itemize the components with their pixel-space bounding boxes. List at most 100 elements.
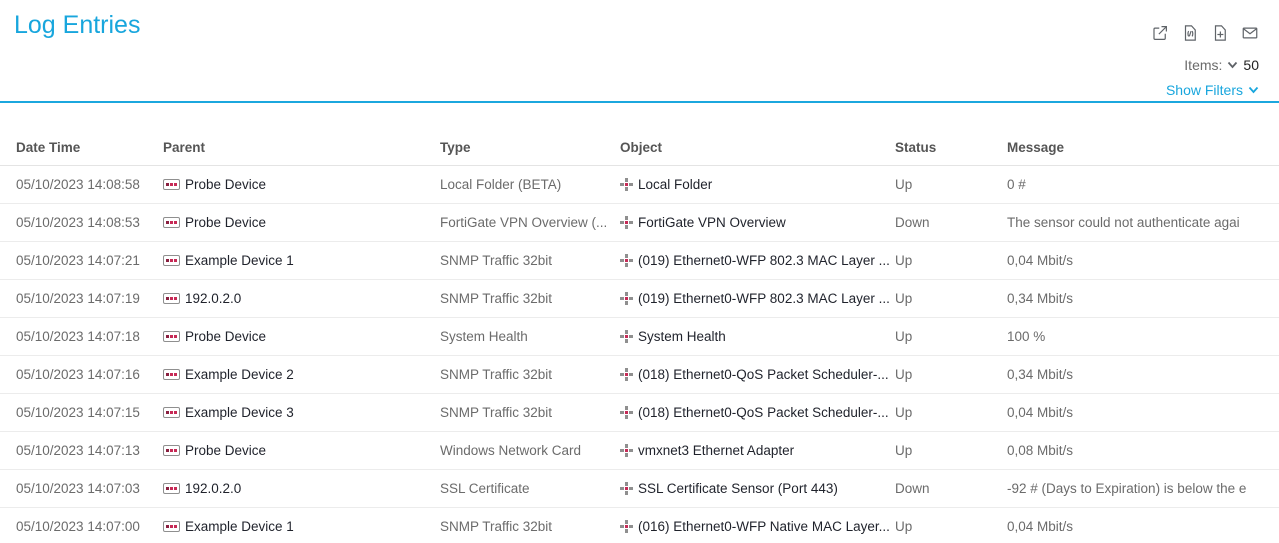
- table-row: 05/10/2023 14:08:58 Probe Device Local F…: [0, 166, 1279, 204]
- table-row: 05/10/2023 14:07:16 Example Device 2 SNM…: [0, 356, 1279, 394]
- table-row: 05/10/2023 14:07:03 192.0.2.0 SSL Certif…: [0, 470, 1279, 508]
- sensor-type: SNMP Traffic 32bit: [440, 519, 620, 534]
- log-message: 0 #: [1007, 177, 1279, 192]
- parent-device-link[interactable]: Example Device 2: [163, 367, 440, 382]
- column-header-status[interactable]: Status: [895, 140, 1007, 155]
- parent-device-link[interactable]: Probe Device: [163, 215, 440, 230]
- show-filters-toggle[interactable]: Show Filters: [1166, 82, 1259, 98]
- parent-device-link[interactable]: Example Device 1: [163, 519, 440, 534]
- sensor-type: SNMP Traffic 32bit: [440, 367, 620, 382]
- parent-device-link[interactable]: Example Device 1: [163, 253, 440, 268]
- column-header-message[interactable]: Message: [1007, 140, 1279, 155]
- parent-device-link[interactable]: Probe Device: [163, 329, 440, 344]
- sensor-type: FortiGate VPN Overview (...: [440, 215, 620, 230]
- device-icon: [163, 483, 180, 494]
- sensor-icon: [620, 178, 633, 191]
- log-message: The sensor could not authenticate agai: [1007, 215, 1279, 230]
- parent-device-link[interactable]: Example Device 3: [163, 405, 440, 420]
- status-text: Up: [895, 443, 1007, 458]
- email-icon[interactable]: [1240, 23, 1259, 42]
- page-title: Log Entries: [14, 11, 140, 40]
- log-entries-table: 05/10/2023 14:08:58 Probe Device Local F…: [0, 166, 1279, 543]
- parent-device-link[interactable]: Probe Device: [163, 443, 440, 458]
- log-datetime: 05/10/2023 14:07:18: [16, 329, 163, 344]
- parent-device-name[interactable]: Probe Device: [185, 215, 266, 230]
- object-sensor-name[interactable]: (018) Ethernet0-QoS Packet Scheduler-...: [638, 405, 889, 420]
- log-datetime: 05/10/2023 14:07:03: [16, 481, 163, 496]
- parent-device-name[interactable]: Example Device 3: [185, 405, 294, 420]
- status-text: Up: [895, 177, 1007, 192]
- object-sensor-name[interactable]: (019) Ethernet0-WFP 802.3 MAC Layer ...: [638, 291, 890, 306]
- sensor-type: Windows Network Card: [440, 443, 620, 458]
- parent-device-name[interactable]: 192.0.2.0: [185, 291, 241, 306]
- parent-device-name[interactable]: Example Device 2: [185, 367, 294, 382]
- open-in-new-window-icon[interactable]: [1150, 23, 1169, 42]
- column-header-type[interactable]: Type: [440, 140, 620, 155]
- parent-device-name[interactable]: Probe Device: [185, 329, 266, 344]
- table-header-row: Date Time Parent Type Object Status Mess…: [0, 103, 1279, 166]
- sensor-icon: [620, 520, 633, 533]
- parent-device-link[interactable]: 192.0.2.0: [163, 481, 440, 496]
- log-message: 0,34 Mbit/s: [1007, 367, 1279, 382]
- parent-device-name[interactable]: Probe Device: [185, 177, 266, 192]
- parent-device-name[interactable]: Example Device 1: [185, 253, 294, 268]
- device-icon: [163, 445, 180, 456]
- sensor-icon: [620, 330, 633, 343]
- object-sensor-name[interactable]: System Health: [638, 329, 726, 344]
- log-datetime: 05/10/2023 14:07:13: [16, 443, 163, 458]
- object-sensor-link[interactable]: Local Folder: [620, 177, 895, 192]
- table-row: 05/10/2023 14:08:53 Probe Device FortiGa…: [0, 204, 1279, 242]
- log-message: 100 %: [1007, 329, 1279, 344]
- csv-export-icon[interactable]: [1210, 23, 1229, 42]
- sensor-type: Local Folder (BETA): [440, 177, 620, 192]
- object-sensor-link[interactable]: (019) Ethernet0-WFP 802.3 MAC Layer ...: [620, 291, 895, 306]
- object-sensor-name[interactable]: FortiGate VPN Overview: [638, 215, 786, 230]
- log-message: 0,34 Mbit/s: [1007, 291, 1279, 306]
- header-right-controls: Items: 50 Show Filters: [1150, 0, 1259, 98]
- log-datetime: 05/10/2023 14:07:19: [16, 291, 163, 306]
- parent-device-name[interactable]: Probe Device: [185, 443, 266, 458]
- object-sensor-name[interactable]: (019) Ethernet0-WFP 802.3 MAC Layer ...: [638, 253, 890, 268]
- column-header-object[interactable]: Object: [620, 140, 895, 155]
- device-icon: [163, 331, 180, 342]
- toolbar: [1150, 23, 1259, 42]
- xml-export-icon[interactable]: [1180, 23, 1199, 42]
- device-icon: [163, 217, 180, 228]
- sensor-icon: [620, 368, 633, 381]
- status-text: Up: [895, 253, 1007, 268]
- parent-device-link[interactable]: 192.0.2.0: [163, 291, 440, 306]
- log-datetime: 05/10/2023 14:08:58: [16, 177, 163, 192]
- object-sensor-name[interactable]: vmxnet3 Ethernet Adapter: [638, 443, 794, 458]
- sensor-icon: [620, 254, 633, 267]
- table-row: 05/10/2023 14:07:13 Probe Device Windows…: [0, 432, 1279, 470]
- device-icon: [163, 407, 180, 418]
- chevron-down-icon: [1248, 86, 1259, 94]
- object-sensor-link[interactable]: (018) Ethernet0-QoS Packet Scheduler-...: [620, 405, 895, 420]
- log-datetime: 05/10/2023 14:07:16: [16, 367, 163, 382]
- object-sensor-link[interactable]: FortiGate VPN Overview: [620, 215, 895, 230]
- object-sensor-link[interactable]: (018) Ethernet0-QoS Packet Scheduler-...: [620, 367, 895, 382]
- sensor-icon: [620, 216, 633, 229]
- object-sensor-link[interactable]: System Health: [620, 329, 895, 344]
- device-icon: [163, 369, 180, 380]
- object-sensor-name[interactable]: Local Folder: [638, 177, 712, 192]
- status-text: Down: [895, 215, 1007, 230]
- sensor-type: SNMP Traffic 32bit: [440, 291, 620, 306]
- items-per-page-control[interactable]: Items: 50: [1184, 57, 1259, 73]
- column-header-parent[interactable]: Parent: [163, 140, 440, 155]
- parent-device-name[interactable]: Example Device 1: [185, 519, 294, 534]
- object-sensor-link[interactable]: (019) Ethernet0-WFP 802.3 MAC Layer ...: [620, 253, 895, 268]
- object-sensor-name[interactable]: (018) Ethernet0-QoS Packet Scheduler-...: [638, 367, 889, 382]
- object-sensor-link[interactable]: SSL Certificate Sensor (Port 443): [620, 481, 895, 496]
- column-header-datetime[interactable]: Date Time: [16, 140, 163, 155]
- object-sensor-link[interactable]: (016) Ethernet0-WFP Native MAC Layer...: [620, 519, 895, 534]
- parent-device-name[interactable]: 192.0.2.0: [185, 481, 241, 496]
- object-sensor-link[interactable]: vmxnet3 Ethernet Adapter: [620, 443, 895, 458]
- parent-device-link[interactable]: Probe Device: [163, 177, 440, 192]
- show-filters-label: Show Filters: [1166, 82, 1243, 98]
- log-message: 0,04 Mbit/s: [1007, 519, 1279, 534]
- chevron-down-icon: [1227, 61, 1238, 69]
- object-sensor-name[interactable]: (016) Ethernet0-WFP Native MAC Layer...: [638, 519, 890, 534]
- object-sensor-name[interactable]: SSL Certificate Sensor (Port 443): [638, 481, 838, 496]
- log-message: -92 # (Days to Expiration) is below the …: [1007, 481, 1279, 496]
